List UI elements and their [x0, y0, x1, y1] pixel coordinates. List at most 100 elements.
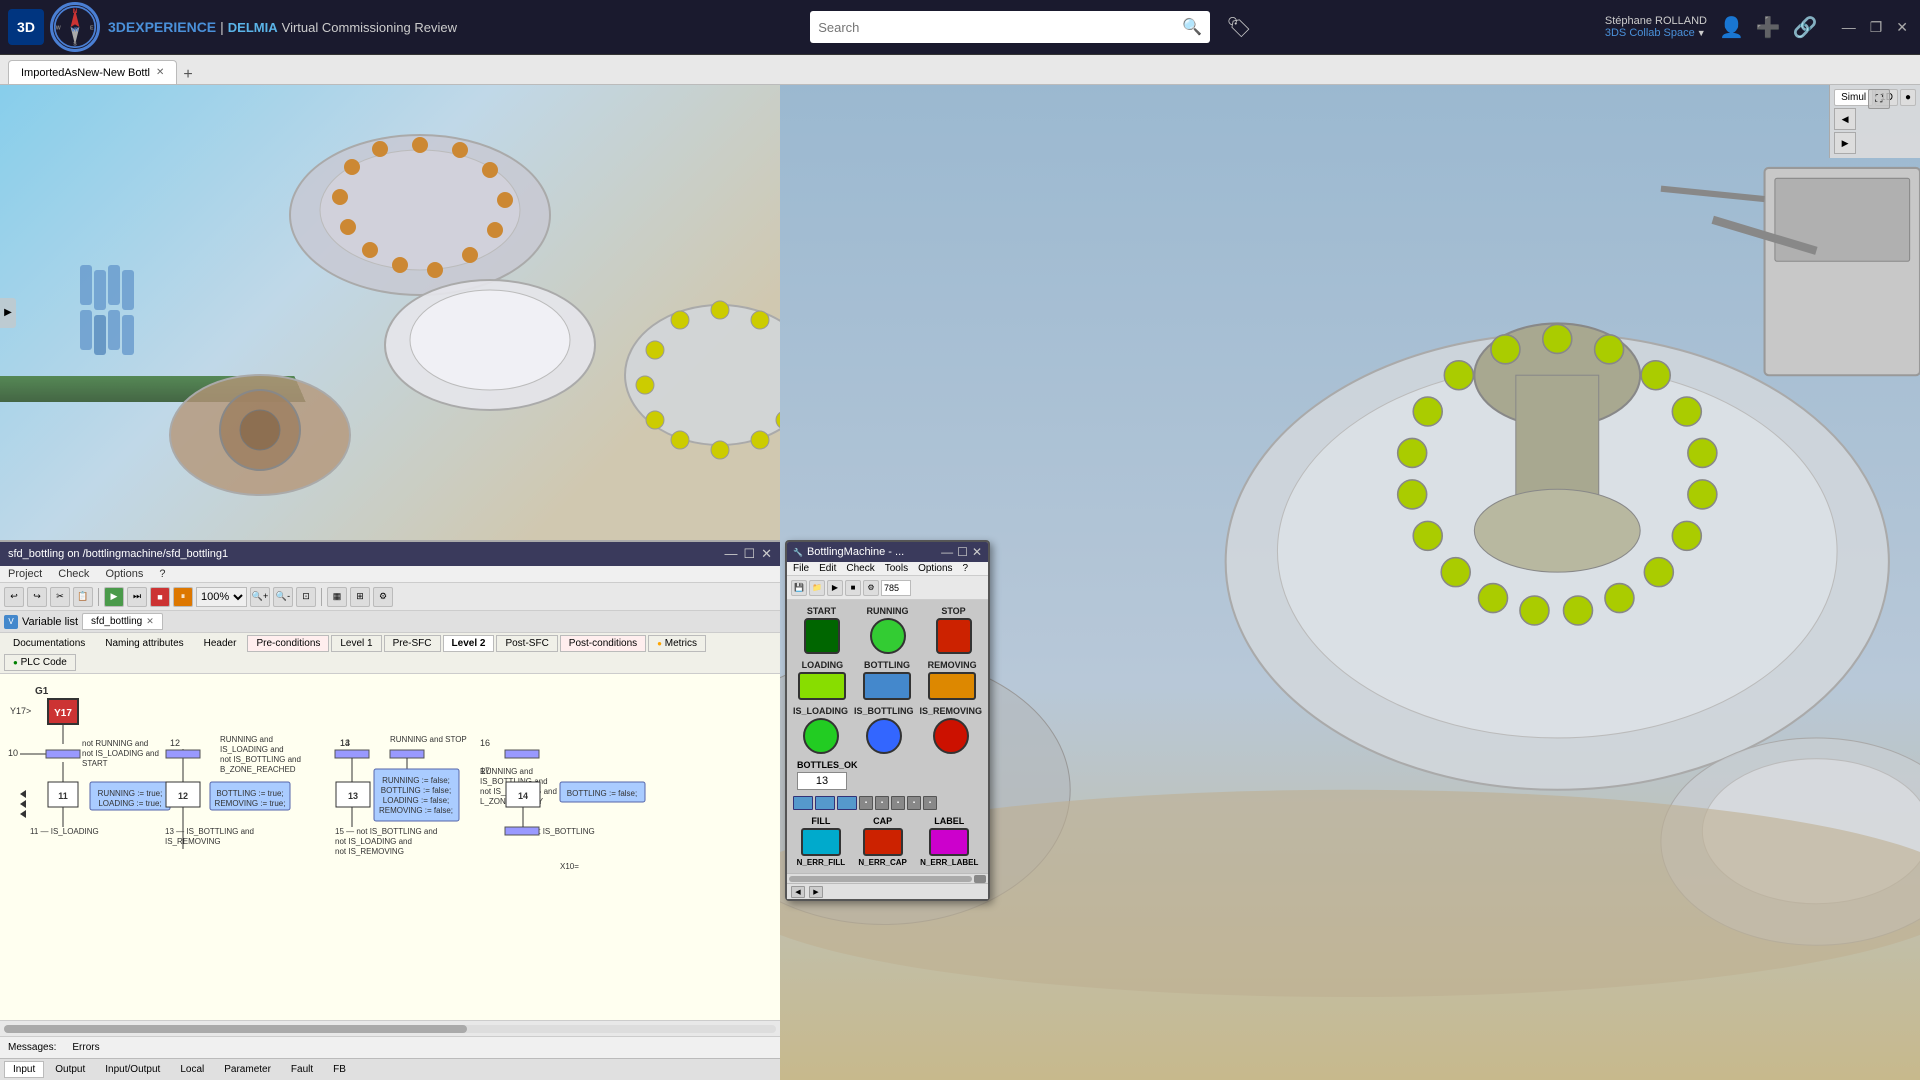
- tb-copy[interactable]: 📋: [73, 587, 93, 607]
- close-btn[interactable]: ✕: [1896, 19, 1908, 36]
- tag-icon[interactable]: 🏷: [1226, 15, 1251, 40]
- add-icon[interactable]: ➕: [1756, 15, 1781, 40]
- svg-text:12: 12: [178, 791, 188, 801]
- sfd-titlebar: sfd_bottling on /bottlingmachine/sfd_bot…: [0, 542, 780, 566]
- subtab-preconditions[interactable]: Pre-conditions: [247, 635, 329, 652]
- 3d-viewport[interactable]: ▶: [0, 85, 780, 540]
- bottom-tab-fb[interactable]: FB: [324, 1061, 355, 1078]
- user-icon[interactable]: 👤: [1719, 15, 1744, 40]
- bp-restore[interactable]: ☐: [957, 545, 968, 559]
- bp-icon-1[interactable]: [793, 796, 813, 810]
- tb-snap[interactable]: ⊞: [350, 587, 370, 607]
- subtab-level2[interactable]: Level 2: [443, 635, 495, 652]
- subtab-plccode[interactable]: ● PLC Code: [4, 654, 76, 671]
- bottom-tab-fault[interactable]: Fault: [282, 1061, 322, 1078]
- bp-tb-save[interactable]: 💾: [791, 580, 807, 596]
- rpb-2[interactable]: ▶: [1834, 132, 1856, 154]
- bottom-tab-input[interactable]: Input: [4, 1061, 44, 1078]
- tb-settings[interactable]: ⚙: [373, 587, 393, 607]
- bp-minimize[interactable]: —: [941, 545, 953, 559]
- bp-row-1: START RUNNING STOP: [793, 606, 982, 654]
- bp-bottom-btn-2[interactable]: ▶: [809, 886, 823, 898]
- search-input[interactable]: [818, 20, 1182, 35]
- bottom-tab-parameter[interactable]: Parameter: [215, 1061, 280, 1078]
- bp-menu-file[interactable]: File: [793, 563, 809, 574]
- bottom-tab-output[interactable]: Output: [46, 1061, 94, 1078]
- sfd-close[interactable]: ✕: [761, 546, 772, 562]
- bp-menu-help[interactable]: ?: [963, 563, 969, 574]
- share-icon[interactable]: 🔗: [1793, 15, 1818, 40]
- bp-menu-options[interactable]: Options: [918, 563, 952, 574]
- bp-menu-check[interactable]: Check: [846, 563, 874, 574]
- brand-area: 3DEXPERIENCE | DELMIA Virtual Commission…: [108, 19, 457, 35]
- add-tab-button[interactable]: +: [177, 66, 198, 84]
- bp-menu-edit[interactable]: Edit: [819, 563, 836, 574]
- subtab-presfc[interactable]: Pre-SFC: [384, 635, 441, 652]
- subtab-postsfc[interactable]: Post-SFC: [496, 635, 557, 652]
- search-button[interactable]: 🔍: [1182, 17, 1202, 37]
- bp-icon-5[interactable]: ▪: [875, 796, 889, 810]
- viewport-nav-left[interactable]: ▶: [0, 298, 16, 328]
- tb-cut[interactable]: ✂: [50, 587, 70, 607]
- bp-tb-stop[interactable]: ■: [845, 580, 861, 596]
- main-tab[interactable]: ImportedAsNew-New Bottl ✕: [8, 60, 177, 84]
- tab-close[interactable]: ✕: [156, 67, 164, 78]
- sfd-menu-project[interactable]: Project: [8, 568, 42, 580]
- zoom-select[interactable]: 100% 75% 50% 150%: [196, 587, 247, 607]
- subtab-naming[interactable]: Naming attributes: [96, 635, 192, 652]
- tb-undo[interactable]: ↩: [4, 587, 24, 607]
- bp-bottom-btn-1[interactable]: ◀: [791, 886, 805, 898]
- bp-value-input[interactable]: [881, 580, 911, 596]
- sfd-menu-options[interactable]: Options: [105, 568, 143, 580]
- bottom-tab-local[interactable]: Local: [171, 1061, 213, 1078]
- tb-fit[interactable]: ⊡: [296, 587, 316, 607]
- bp-icon-3[interactable]: [837, 796, 857, 810]
- tb-stop[interactable]: ■: [150, 587, 170, 607]
- tb-grid[interactable]: ▦: [327, 587, 347, 607]
- bp-icon-8[interactable]: ▪: [923, 796, 937, 810]
- expand-btn[interactable]: ⛶: [1868, 89, 1890, 109]
- compass-widget[interactable]: N S W E VR: [50, 2, 100, 52]
- bp-icon-2[interactable]: [815, 796, 835, 810]
- sfd-tab-close[interactable]: ✕: [146, 616, 154, 627]
- rpb-1[interactable]: ◀: [1834, 108, 1856, 130]
- bp-icon-7[interactable]: ▪: [907, 796, 921, 810]
- minimize-btn[interactable]: —: [1842, 19, 1856, 36]
- bp-scrollbar[interactable]: [787, 873, 988, 883]
- subtab-level1[interactable]: Level 1: [331, 635, 381, 652]
- sfd-menu-help[interactable]: ?: [159, 568, 165, 580]
- bottles-ok-value[interactable]: [797, 772, 847, 790]
- tb-pause[interactable]: ⏸: [173, 587, 193, 607]
- bottom-tab-inputoutput[interactable]: Input/Output: [96, 1061, 169, 1078]
- subtab-header[interactable]: Header: [195, 635, 246, 652]
- svg-text:Y17: Y17: [54, 708, 72, 719]
- sfd-diagram-area[interactable]: G1 Y17 Y17> 10: [0, 674, 780, 1020]
- subtab-postconditions[interactable]: Post-conditions: [560, 635, 646, 652]
- window-controls: — ❐ ✕: [1838, 19, 1912, 36]
- sfd-h-scrollbar[interactable]: [0, 1020, 780, 1036]
- bp-icon-4[interactable]: ▪: [859, 796, 873, 810]
- svg-text:START: START: [82, 759, 108, 768]
- restore-btn[interactable]: ❐: [1870, 19, 1883, 36]
- tb-step[interactable]: ⏭: [127, 587, 147, 607]
- bp-close[interactable]: ✕: [972, 545, 982, 559]
- simul-tab-dot[interactable]: ●: [1900, 89, 1916, 106]
- bp-menu-tools[interactable]: Tools: [885, 563, 908, 574]
- sfd-menu-check[interactable]: Check: [58, 568, 89, 580]
- logo-3ds[interactable]: 3D: [8, 9, 44, 45]
- tb-zoom-in[interactable]: 🔍+: [250, 587, 270, 607]
- tb-play[interactable]: ▶: [104, 587, 124, 607]
- bp-tb-run[interactable]: ▶: [827, 580, 843, 596]
- sfd-restore[interactable]: ☐: [743, 546, 755, 562]
- bp-tb-settings[interactable]: ⚙: [863, 580, 879, 596]
- subtab-metrics[interactable]: ● Metrics: [648, 635, 706, 652]
- tb-zoom-out[interactable]: 🔍-: [273, 587, 293, 607]
- sfd-minimize[interactable]: —: [724, 546, 737, 562]
- subtab-documentations[interactable]: Documentations: [4, 635, 94, 652]
- bp-icon-6[interactable]: ▪: [891, 796, 905, 810]
- bp-tb-open[interactable]: 📁: [809, 580, 825, 596]
- svg-text:11: 11: [58, 791, 68, 801]
- var-list-label[interactable]: Variable list: [22, 616, 78, 628]
- tb-redo[interactable]: ↪: [27, 587, 47, 607]
- sfd-tab-main[interactable]: sfd_bottling ✕: [82, 613, 163, 630]
